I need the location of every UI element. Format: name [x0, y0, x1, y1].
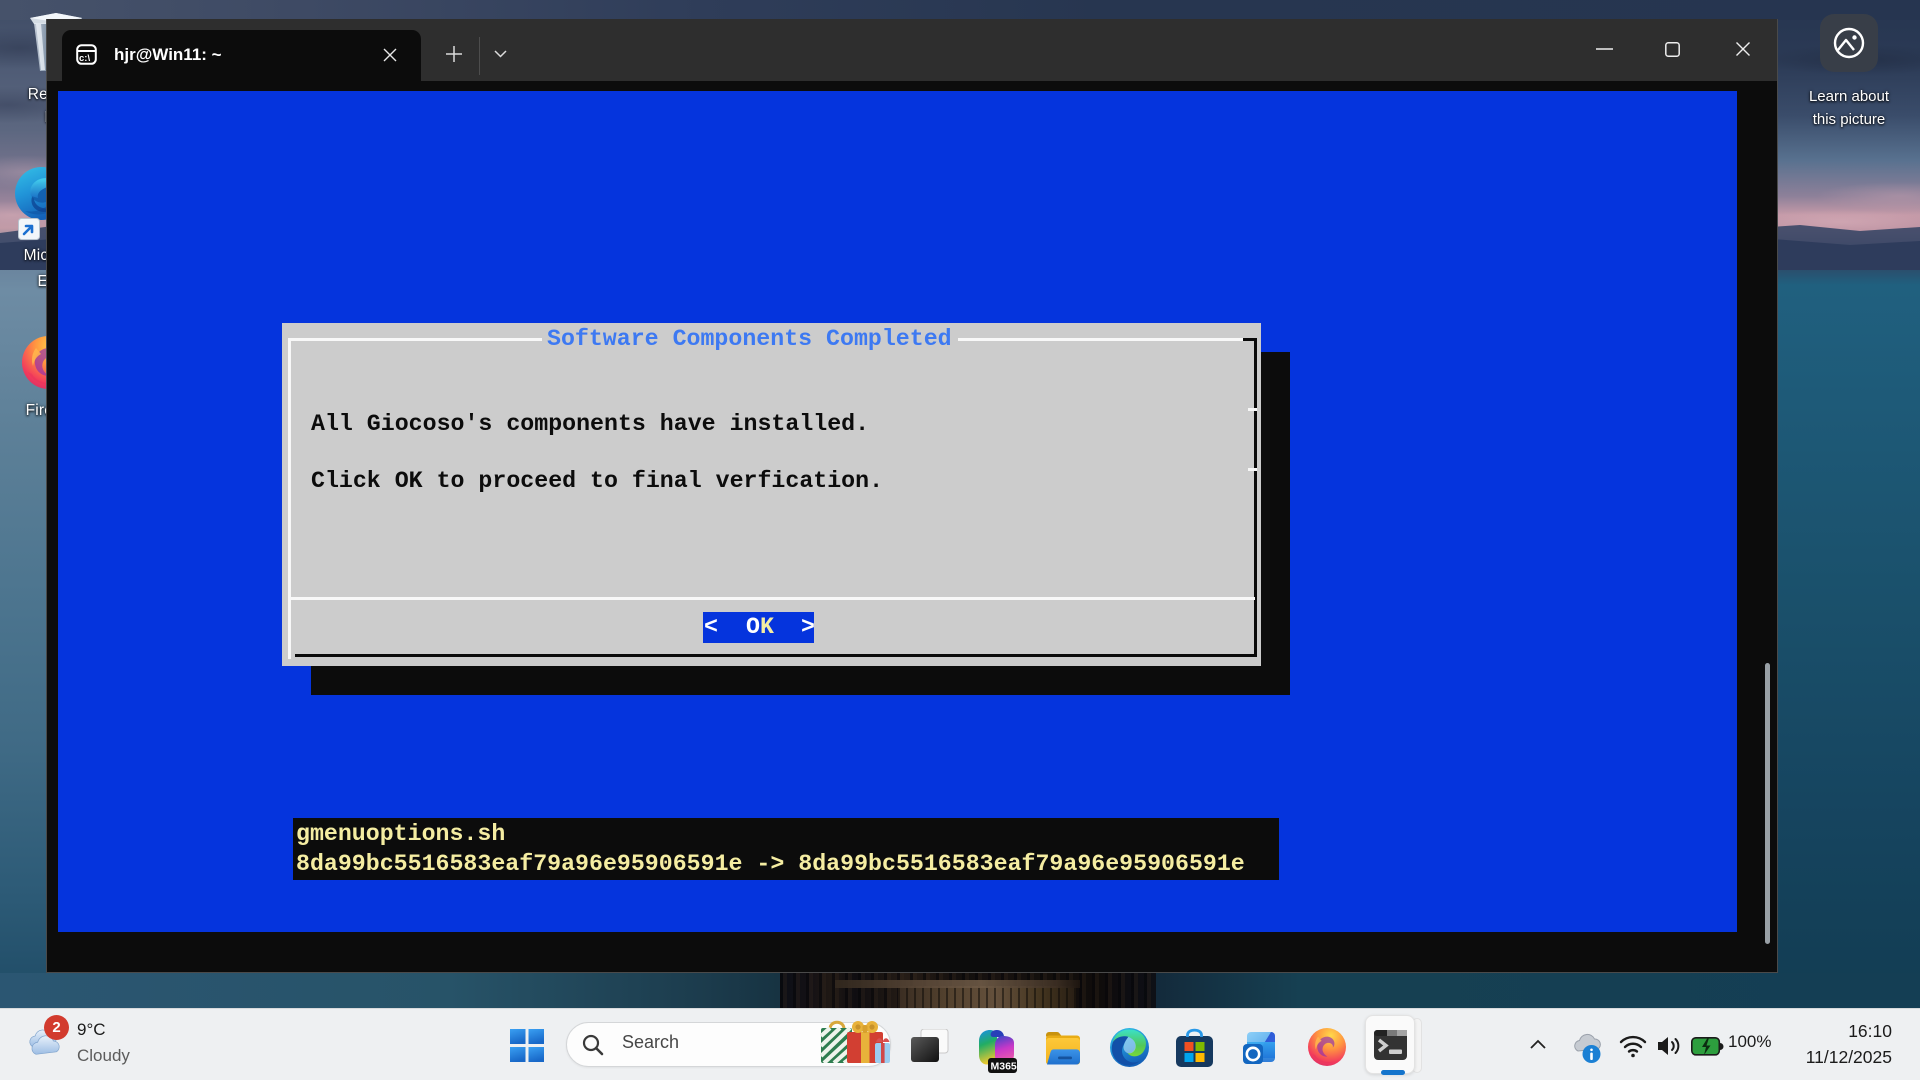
svg-text:M365: M365 [991, 1061, 1017, 1073]
svg-text:c:\: c:\ [79, 53, 90, 64]
